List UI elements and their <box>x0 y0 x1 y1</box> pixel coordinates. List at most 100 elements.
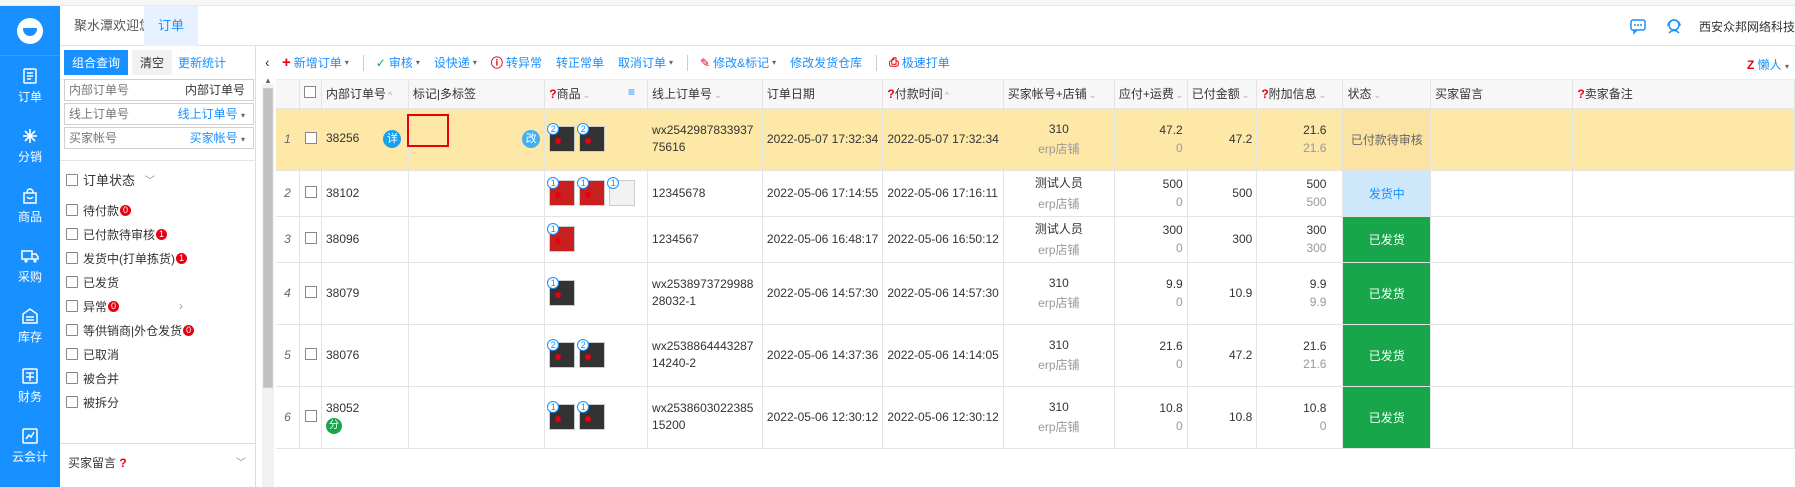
nav-item-distribution[interactable]: 分销 <box>0 116 60 176</box>
status-filter-item[interactable]: 等供销商|外仓发货 0 <box>66 318 195 342</box>
product-thumbnail[interactable]: 1 <box>577 401 606 430</box>
inner-order-input[interactable] <box>65 80 175 100</box>
status-badge[interactable]: 发货中 <box>1342 170 1432 217</box>
sort-icon[interactable]: ⌄ <box>714 90 722 100</box>
company-name[interactable]: 西安众邦网络科技 <box>1699 18 1795 35</box>
status-badge[interactable]: 已发货 <box>1342 386 1432 449</box>
cell-mark[interactable] <box>408 262 546 325</box>
header-paid[interactable]: 已付金额 ⌄ <box>1187 80 1258 109</box>
status-filter-item[interactable]: 已发货 <box>66 270 194 294</box>
lazy-mode-button[interactable]: Z 懒人 ▾ <box>1747 56 1789 73</box>
scroll-up-icon[interactable]: ▲ <box>264 76 272 85</box>
status-checkbox[interactable] <box>66 372 78 384</box>
clear-button[interactable]: 清空 <box>132 50 173 75</box>
help-icon[interactable]: ? <box>1577 87 1584 101</box>
row-checkbox[interactable] <box>304 409 317 422</box>
cell-mark[interactable] <box>408 324 546 387</box>
status-filter-item[interactable]: 已付款待审核 1 <box>66 222 194 246</box>
row-select[interactable] <box>299 170 322 217</box>
status-filter-item[interactable]: 发货中(打单拣货) 1 <box>66 246 194 270</box>
cell-online-no[interactable]: 1234567 <box>647 216 763 263</box>
row-checkbox[interactable] <box>304 231 317 244</box>
chat-icon[interactable] <box>1627 15 1649 37</box>
modify-mark-button[interactable]: ✎ 修改&标记 ▾ <box>700 54 776 71</box>
order-status-checkbox[interactable] <box>66 173 78 186</box>
app-logo[interactable] <box>0 6 60 56</box>
nav-item-warehouse[interactable]: 库存 <box>0 296 60 356</box>
online-order-input[interactable] <box>65 104 175 124</box>
chevron-down-icon[interactable]: ﹀ <box>236 454 246 469</box>
tab-order[interactable]: 订单 <box>144 6 199 46</box>
product-thumbnail[interactable]: 2 <box>577 339 606 368</box>
sort-icon[interactable]: ^ <box>388 90 392 100</box>
sort-icon[interactable]: ^ <box>945 90 949 100</box>
row-select[interactable] <box>299 262 322 325</box>
product-thumbnail[interactable]: 2 <box>577 123 606 152</box>
product-thumbnail[interactable]: 1 <box>577 177 606 206</box>
inner-order-no[interactable]: 38102 <box>326 186 359 200</box>
sort-icon[interactable]: ⌄ <box>583 90 591 100</box>
status-checkbox[interactable] <box>66 204 78 216</box>
sort-icon[interactable]: ⌄ <box>1373 90 1381 100</box>
inner-order-no[interactable]: 38076 <box>326 348 359 362</box>
cell-online-no[interactable]: wx254298783393775616 <box>647 108 763 171</box>
combo-query-button[interactable]: 组合查询 <box>64 50 129 75</box>
status-filter-item[interactable]: 异常 0 › <box>66 294 194 318</box>
status-checkbox[interactable] <box>66 348 78 360</box>
product-thumbnail[interactable]: 2 <box>547 123 576 152</box>
status-badge[interactable]: 已发货 <box>1342 262 1432 325</box>
help-icon[interactable]: ? <box>887 87 894 101</box>
select-all-checkbox[interactable] <box>304 86 317 99</box>
header-inner-no[interactable]: 内部订单号 ^ <box>321 80 409 109</box>
collapse-panel-icon[interactable]: ‹ <box>265 54 270 70</box>
status-badge[interactable]: 已发货 <box>1342 216 1432 263</box>
status-filter-item[interactable]: 已取消 <box>66 342 194 366</box>
customer-service-icon[interactable] <box>1663 15 1685 37</box>
set-express-button[interactable]: 设快递 ▾ <box>434 54 477 71</box>
modify-warehouse-button[interactable]: 修改发货仓库 <box>790 54 862 71</box>
row-select[interactable] <box>299 386 322 449</box>
audit-button[interactable]: ✓ 审核 ▾ <box>376 54 420 71</box>
cell-online-no[interactable]: wx253886444328714240-2 <box>647 324 763 387</box>
header-payable[interactable]: 应付+运费 ⌄ <box>1114 80 1188 109</box>
to-exception-button[interactable]: ⓘ 转异常 <box>491 54 542 71</box>
cell-mark[interactable] <box>408 216 546 263</box>
header-select-all[interactable] <box>299 80 322 109</box>
header-pay-time[interactable]: ?付款时间 ^ <box>882 80 1004 109</box>
cell-mark[interactable] <box>408 386 546 449</box>
update-stats-button[interactable]: 更新统计 <box>178 54 226 71</box>
product-thumbnail[interactable]: 1 <box>607 177 636 206</box>
help-icon[interactable]: ? <box>549 87 556 101</box>
table-row[interactable]: 6 38052 分 1 1 wx253860302238515200 2022-05-06 … <box>276 386 1795 449</box>
status-checkbox[interactable] <box>66 300 78 312</box>
header-order-date[interactable]: 订单日期 <box>762 80 884 109</box>
sort-icon[interactable]: ⌄ <box>1089 90 1097 100</box>
nav-item-order[interactable]: 订单 <box>0 56 60 116</box>
inner-order-no[interactable]: 38079 <box>326 286 359 300</box>
product-thumbnail[interactable]: 1 <box>547 401 576 430</box>
nav-item-product[interactable]: 商品 <box>0 176 60 236</box>
header-buyer-msg[interactable]: 买家留言 <box>1430 80 1574 109</box>
quick-print-button[interactable]: ⎙ 极速打单 <box>889 54 950 71</box>
status-checkbox[interactable] <box>66 252 78 264</box>
cell-mark[interactable] <box>408 170 546 217</box>
status-checkbox[interactable] <box>66 228 78 240</box>
row-checkbox[interactable] <box>304 185 317 198</box>
header-extra[interactable]: ?附加信息 ⌄ <box>1256 80 1344 109</box>
buyer-input[interactable] <box>65 128 175 148</box>
buyer-select[interactable]: 买家帐号 ▾ <box>175 128 253 148</box>
status-filter-item[interactable]: 待付款 0 <box>66 198 194 222</box>
inner-order-no[interactable]: 38256 <box>326 131 359 145</box>
help-icon[interactable]: ? <box>1261 87 1268 101</box>
table-row[interactable]: 4 38079 1 wx253897372998828032-1 2022-05-06 … <box>276 262 1795 325</box>
inner-order-select[interactable]: 内部订单号 <box>175 80 253 100</box>
table-row[interactable]: 2 38102 1 1 1 12345678 2022-05-06 17:14:55 2022… <box>276 170 1795 217</box>
to-normal-button[interactable]: 转正常单 <box>556 54 604 71</box>
status-filter-item[interactable]: 被拆分 <box>66 390 194 414</box>
sort-icon[interactable]: ⌄ <box>1242 90 1250 100</box>
header-status[interactable]: 状态 ⌄ <box>1342 80 1432 109</box>
nav-item-finance[interactable]: 财务 <box>0 356 60 416</box>
nav-item-accounting[interactable]: 云会计 <box>0 416 60 476</box>
chevron-down-icon[interactable]: ﹀ <box>145 172 155 187</box>
status-badge[interactable]: 已发货 <box>1342 324 1432 387</box>
